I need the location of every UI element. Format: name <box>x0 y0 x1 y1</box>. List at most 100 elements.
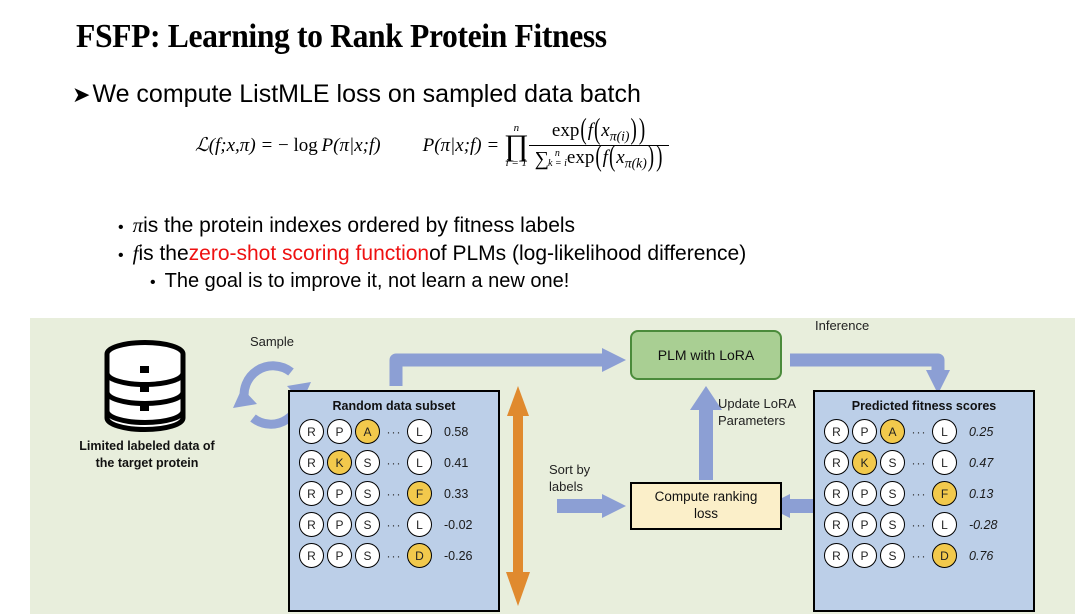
ellipsis: ··· <box>386 486 402 501</box>
denominator-f: f <box>602 147 608 169</box>
numerator-exp: exp <box>551 120 580 141</box>
bullet-dot-icon: • <box>150 274 156 291</box>
residue-circle: P <box>327 419 352 444</box>
product-lower-limit: i = 1 <box>505 156 528 169</box>
formula-minus: − <box>277 135 289 157</box>
probability-fraction: exp(f(xπ(i))) ∑ n k = i exp(f(xπ(k))) <box>528 114 670 174</box>
product-operator: n ∏ i = 1 <box>504 122 529 169</box>
fitness-score: 0.58 <box>444 424 469 439</box>
architecture-diagram: Limited labeled data of the target prote… <box>30 318 1075 614</box>
fitness-score: 0.76 <box>969 548 994 563</box>
ellipsis: ··· <box>911 548 927 563</box>
sequence-row: R P S ··· L -0.02 <box>290 512 498 537</box>
residue-circle: S <box>355 543 380 568</box>
script-l-symbol: ℒ <box>195 135 209 157</box>
plm-with-lora-box[interactable]: PLM with LoRA <box>630 330 782 380</box>
orange-sort-shaft <box>513 404 523 580</box>
sum-limits: n k = i <box>547 148 567 170</box>
residue-circle: S <box>880 543 905 568</box>
formula-log: log <box>293 135 318 157</box>
right-box-rows: R P A ··· L 0.25 R K S ··· L 0.47 R P S ··· F 0.13 R P S ··· L… <box>815 419 1033 568</box>
sample-label: Sample <box>249 334 295 349</box>
main-bullet-text: We compute ListMLE loss on sampled data … <box>92 80 641 108</box>
right-box-title: Predicted fitness scores <box>851 399 997 413</box>
formula-left: ℒ(f;x,π) = − log P(π|x;f) <box>195 134 381 157</box>
database-caption: Limited labeled data of the target prote… <box>79 439 215 470</box>
bullet-arrow-marker: ➤ <box>72 81 91 107</box>
residue-circle: L <box>407 419 432 444</box>
random-data-subset-box: Random data subset R P A ··· L 0.58 R K S ··· L 0.4… <box>288 390 500 612</box>
formula-left-args: (f;x,π) = <box>208 135 278 157</box>
formula-right: P(π|x;f) = n ∏ i = 1 exp(f(xπ(i))) ∑ n k… <box>423 114 670 174</box>
ellipsis: ··· <box>911 455 927 470</box>
numerator-x: x <box>601 120 610 141</box>
sub-bullet-goal: • The goal is to improve it, not learn a… <box>150 270 569 293</box>
residue-circle: R <box>824 512 849 537</box>
denominator-exp: exp <box>566 147 595 169</box>
residue-circle: R <box>824 450 849 475</box>
arrow-pred-loss-body <box>803 499 813 513</box>
bullet-dot-icon: • <box>118 247 124 264</box>
denominator-subscript: π(k) <box>624 155 647 171</box>
ellipsis: ··· <box>911 486 927 501</box>
left-box-title: Random data subset <box>332 399 456 413</box>
f-description-post: of PLMs (log-likelihood difference) <box>429 242 747 265</box>
sequence-row: R P S ··· D 0.76 <box>815 543 1033 568</box>
residue-circle: R <box>299 450 324 475</box>
sequence-row: R P S ··· L -0.28 <box>815 512 1033 537</box>
residue-circle: R <box>824 419 849 444</box>
orange-arrowhead-up <box>507 386 529 416</box>
page-title: FSFP: Learning to Rank Protein Fitness <box>76 18 607 55</box>
residue-circle: P <box>852 481 877 506</box>
arrow-pred-loss-main <box>786 499 813 513</box>
residue-circle-highlighted: D <box>932 543 957 568</box>
denominator-x: x <box>616 147 625 169</box>
ellipsis: ··· <box>911 517 927 532</box>
residue-circle: P <box>327 481 352 506</box>
residue-circle: R <box>824 481 849 506</box>
fitness-score: 0.41 <box>444 455 469 470</box>
sequence-row: R P S ··· F 0.33 <box>290 481 498 506</box>
fitness-score: 0.25 <box>969 424 994 439</box>
plm-box-label: PLM with LoRA <box>657 347 755 363</box>
arrow-sort-shaft <box>557 499 607 513</box>
listmle-formula: ℒ(f;x,π) = − log P(π|x;f) P(π|x;f) = n ∏… <box>195 114 670 174</box>
residue-circle: L <box>932 512 957 537</box>
pi-symbol: π <box>132 213 144 237</box>
fitness-score: -0.02 <box>444 517 473 532</box>
sequence-row: R P S ··· D -0.26 <box>290 543 498 568</box>
sum-operator: ∑ n k = i <box>535 148 567 171</box>
sum-lower-limit: k = i <box>547 158 567 170</box>
residue-circle-highlighted: A <box>880 419 905 444</box>
residue-circle: P <box>852 543 877 568</box>
update-lora-label: Update LoRA Parameters <box>718 396 797 428</box>
residue-circle: R <box>299 543 324 568</box>
residue-circle-highlighted: A <box>355 419 380 444</box>
residue-circle: S <box>880 481 905 506</box>
residue-circle: R <box>824 543 849 568</box>
ellipsis: ··· <box>386 455 402 470</box>
residue-circle-highlighted: K <box>852 450 877 475</box>
residue-circle: L <box>932 419 957 444</box>
residue-circle: R <box>299 512 324 537</box>
arrow-plm-to-predicted <box>790 353 945 376</box>
ellipsis: ··· <box>911 424 927 439</box>
residue-circle: S <box>880 450 905 475</box>
residue-circle: S <box>880 512 905 537</box>
fraction-denominator: ∑ n k = i exp(f(xπ(k))) <box>528 141 670 174</box>
residue-circle-highlighted: D <box>407 543 432 568</box>
numerator-f: f <box>587 120 593 141</box>
main-bullet: ➤ We compute ListMLE loss on sampled dat… <box>72 80 641 109</box>
residue-circle: R <box>299 419 324 444</box>
residue-circle-highlighted: K <box>327 450 352 475</box>
residue-circle: L <box>407 450 432 475</box>
sort-by-labels-label: Sort by labels <box>549 462 591 494</box>
residue-circle: P <box>327 543 352 568</box>
residue-circle: L <box>407 512 432 537</box>
arrow-back-shaft <box>805 499 813 513</box>
compute-ranking-loss-box[interactable]: Compute ranking loss <box>630 482 782 530</box>
residue-circle: R <box>299 481 324 506</box>
residue-circle: P <box>852 419 877 444</box>
loss-box-label: Compute ranking loss <box>654 489 758 521</box>
residue-circle: S <box>355 512 380 537</box>
